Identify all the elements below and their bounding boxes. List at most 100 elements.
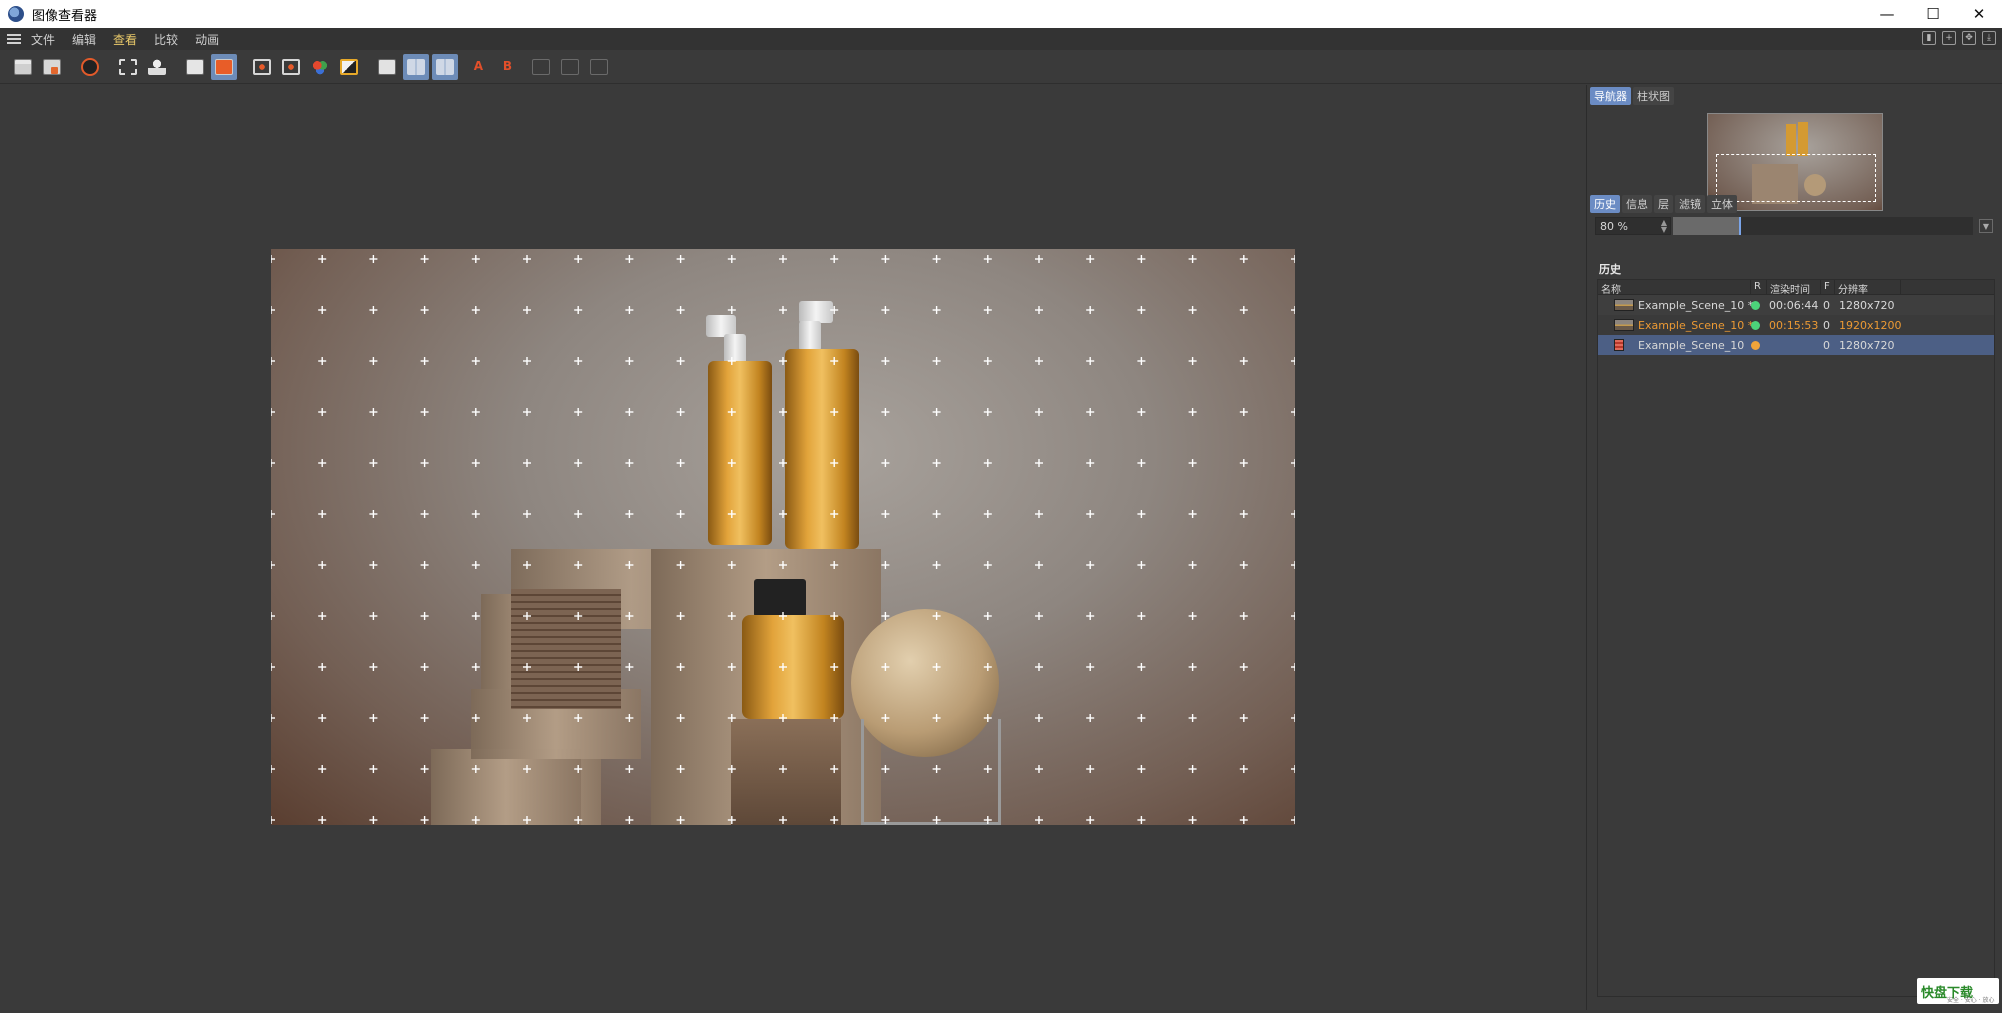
grid-cross [471, 306, 480, 314]
grid-cross [1291, 255, 1295, 263]
grid-cross [271, 255, 275, 263]
save-icon[interactable] [39, 54, 65, 80]
hamburger-menu-icon[interactable] [7, 34, 21, 44]
split-view-icon[interactable] [403, 53, 429, 80]
set-b-icon[interactable]: B [490, 54, 516, 80]
menu-animation[interactable]: 动画 [195, 31, 219, 48]
zoom-spinner-icon[interactable]: ▲ ▼ [1661, 219, 1667, 234]
grid-cross [727, 714, 736, 722]
grid-cross [1086, 408, 1095, 416]
toolbar: A B [0, 50, 2002, 84]
copy-doc-icon[interactable] [182, 54, 208, 80]
grid-cross [983, 816, 992, 824]
grid-cross [1035, 510, 1043, 518]
grid-cross [1137, 357, 1146, 365]
grid-cross [1086, 612, 1095, 620]
grid-cross [625, 357, 634, 365]
grid-cross [625, 561, 634, 569]
zoom-slider-knob[interactable] [1739, 217, 1741, 235]
grid-cross [983, 714, 992, 722]
move-icon[interactable]: ✥ [1962, 31, 1976, 45]
zoom-field[interactable]: 80 % ▲ ▼ [1595, 217, 1671, 235]
tab-histogram[interactable]: 柱状图 [1633, 87, 1674, 105]
split-view-2-icon[interactable] [432, 53, 458, 80]
doc-orange-icon[interactable] [211, 53, 237, 80]
menu-compare[interactable]: 比较 [154, 31, 178, 48]
history-row-frame: 0 [1823, 298, 1830, 312]
col-render-time[interactable]: 渲染时间 [1767, 280, 1821, 296]
grid-cross [727, 408, 736, 416]
tab-layers[interactable]: 层 [1654, 195, 1673, 213]
grid-cross [318, 306, 327, 314]
col-name[interactable]: 名称 [1598, 280, 1751, 296]
render-icon[interactable] [77, 54, 103, 80]
col-r[interactable]: R [1751, 280, 1767, 294]
navigator-tabs: 导航器 柱状图 [1590, 87, 1674, 105]
rgb-channels-icon[interactable] [307, 54, 333, 80]
minimize-button[interactable]: — [1864, 0, 1910, 28]
tab-filters[interactable]: 滤镜 [1675, 195, 1705, 213]
grid-cross [932, 357, 941, 365]
image-viewport[interactable] [0, 85, 1586, 1010]
grid-cross [271, 663, 275, 671]
grid-cross [983, 357, 992, 365]
grid-cross [1035, 459, 1043, 467]
grid-cross [1188, 663, 1197, 671]
grid-cross [420, 663, 429, 671]
crop-region-icon[interactable] [115, 54, 141, 80]
grid-cross [1137, 714, 1146, 722]
tab-stereo[interactable]: 立体 [1707, 195, 1737, 213]
grid-cross [1188, 357, 1197, 365]
tab-navigator[interactable]: 导航器 [1590, 87, 1631, 105]
col-frame[interactable]: F [1821, 280, 1835, 294]
menu-edit[interactable]: 编辑 [72, 31, 96, 48]
history-row[interactable]: Example_Scene_10 0 1280x720 [1598, 335, 1994, 355]
grid-cross [983, 561, 992, 569]
grid-cross [779, 714, 787, 722]
grid-cross [625, 714, 634, 722]
grid-cross [779, 765, 787, 773]
close-button[interactable]: ✕ [1956, 0, 2002, 28]
grid-cross [676, 714, 685, 722]
panel-layout-icon[interactable]: ▮ [1922, 31, 1936, 45]
grid-cross [1291, 612, 1295, 620]
grid-cross [1035, 306, 1043, 314]
eye-view-2-icon[interactable] [278, 54, 304, 80]
grid-cross [471, 714, 480, 722]
grid-cross [1086, 459, 1095, 467]
maximize-button[interactable]: ☐ [1910, 0, 1956, 28]
set-a-icon[interactable]: A [461, 54, 487, 80]
grid-cross [523, 408, 531, 416]
grid-cross [574, 255, 583, 263]
navigator-viewport-rect[interactable] [1716, 154, 1876, 202]
history-row[interactable]: Example_Scene_10 * 00:06:44 0 1280x720 [1598, 295, 1994, 315]
render-status-dot [1751, 320, 1760, 330]
grid-cross [1086, 357, 1095, 365]
grid-cross [523, 714, 531, 722]
grid-cross [1035, 357, 1043, 365]
zoom-menu-chevron-icon[interactable]: ▼ [1979, 219, 1993, 233]
grid-cross [369, 561, 378, 569]
zoom-slider[interactable] [1673, 217, 1973, 235]
grid-cross [676, 357, 685, 365]
menu-view[interactable]: 查看 [113, 31, 137, 48]
history-row[interactable]: Example_Scene_10 * 00:15:53 0 1920x1200 [1598, 315, 1994, 335]
new-window-icon[interactable]: + [1942, 31, 1956, 45]
grid-cross [1137, 561, 1146, 569]
ab-compare-icon[interactable] [374, 54, 400, 80]
tab-history[interactable]: 历史 [1590, 195, 1620, 213]
contrast-icon[interactable] [336, 54, 362, 80]
grid-cross [830, 510, 839, 518]
grid-cross [271, 408, 275, 416]
menu-file[interactable]: 文件 [31, 31, 55, 48]
open-file-icon[interactable] [10, 54, 36, 80]
col-resolution[interactable]: 分辨率 [1835, 280, 1901, 296]
grid-cross [574, 408, 583, 416]
pin-icon[interactable]: ⤓ [1982, 31, 1996, 45]
rendered-image[interactable] [271, 249, 1295, 825]
grid-cross [523, 510, 531, 518]
grid-cross [523, 765, 531, 773]
person-icon[interactable] [144, 54, 170, 80]
eye-view-icon[interactable] [249, 54, 275, 80]
tab-info[interactable]: 信息 [1622, 195, 1652, 213]
